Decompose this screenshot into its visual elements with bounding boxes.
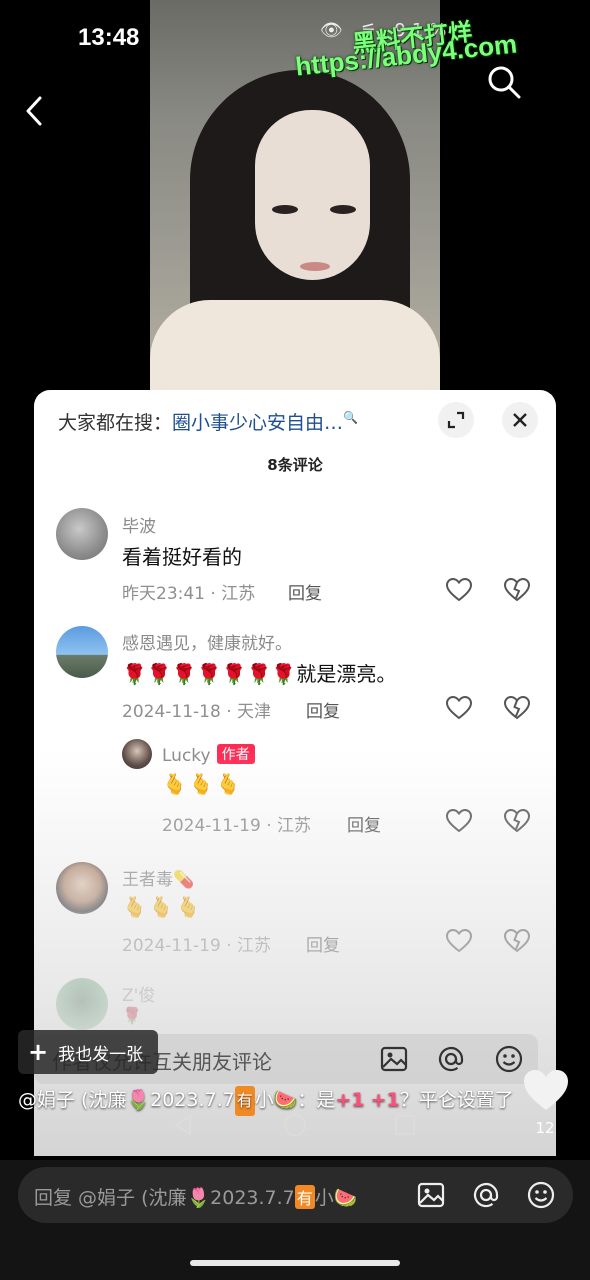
comment-meta: 2024-11-19 · 江苏 <box>122 936 272 956</box>
heart-icon[interactable] <box>446 578 472 602</box>
rose-emoji-row: 🌹🌹🌹🌹🌹🌹🌹 <box>122 662 297 686</box>
avatar[interactable] <box>56 508 108 560</box>
caption-end: ？平仑设置了 <box>399 1089 514 1111</box>
image-icon[interactable] <box>379 1044 409 1074</box>
broken-heart-icon[interactable] <box>504 929 530 953</box>
comment-text: 看着挺好看的 <box>122 545 242 569</box>
mention-icon[interactable] <box>471 1180 501 1210</box>
heart-icon[interactable] <box>446 929 472 953</box>
author-name[interactable]: Lucky <box>162 746 211 766</box>
hot-search-bar[interactable]: 大家都在搜：圈小事少心安自由…🔍 <box>58 408 358 435</box>
comment-author[interactable]: 王者毒💊 <box>122 865 194 890</box>
caption-plus-one: +1 <box>370 1089 400 1111</box>
hot-search-keyword[interactable]: 圈小事少心安自由… <box>172 412 343 434</box>
avatar[interactable] <box>56 978 108 1030</box>
comment-count: 8条评论 <box>267 456 323 474</box>
caption-badge: 有 <box>234 1086 255 1116</box>
comment-text-tail: 就是漂亮。 <box>296 662 397 686</box>
emoji-icon[interactable] <box>494 1044 524 1074</box>
plus-icon: + <box>28 1038 49 1066</box>
comment-meta: 昨天23:41 · 江苏 <box>122 584 256 604</box>
photo-eye-left <box>272 205 298 214</box>
reply-button[interactable]: 回复 <box>288 579 322 604</box>
heart-icon[interactable] <box>446 696 472 720</box>
comment-location: 江苏 <box>237 936 272 956</box>
close-icon[interactable] <box>502 402 538 438</box>
photo-lip <box>300 262 330 271</box>
broken-heart-icon[interactable] <box>504 578 530 602</box>
reply-button[interactable]: 回复 <box>347 811 381 836</box>
reply-badge: 有 <box>294 1185 315 1209</box>
comment-author[interactable]: 感恩遇见，健康就好。 <box>122 629 292 654</box>
comment-location: 天津 <box>237 702 272 722</box>
broken-heart-icon[interactable] <box>504 809 530 833</box>
broken-heart-icon[interactable] <box>504 696 530 720</box>
expand-icon[interactable] <box>438 402 474 438</box>
nav-recent-icon <box>395 1115 415 1135</box>
comment-author[interactable]: Z'俊 <box>122 981 155 1006</box>
heart-icon[interactable] <box>446 809 472 833</box>
back-arrow-icon[interactable] <box>20 94 50 128</box>
reply-suffix: 小🍉 <box>314 1187 358 1209</box>
photo-face <box>255 110 370 280</box>
comment-time: 2024-11-19 <box>122 936 221 956</box>
post-photo-button[interactable]: + 我也发一张 <box>18 1030 158 1074</box>
comment-location: 江苏 <box>221 584 256 604</box>
caption-plus-one: +1 <box>335 1089 365 1111</box>
like-heart-icon[interactable] <box>522 1068 570 1112</box>
search-small-icon: 🔍 <box>343 410 358 425</box>
comment-location: 江苏 <box>277 816 312 836</box>
rose-emoji: 🌹 <box>122 1006 144 1025</box>
comment-author[interactable]: Lucky 作者 <box>162 744 255 766</box>
image-icon[interactable] <box>416 1180 446 1210</box>
status-time: 13:48 <box>78 24 140 51</box>
reply-placeholder: 回复 @娟子 (沈廉🌷2023.7.7 有小🍉 <box>34 1183 357 1210</box>
comment-author[interactable]: 毕波 <box>122 512 156 537</box>
nav-back-icon <box>174 1114 191 1136</box>
hot-search-label: 大家都在搜： <box>58 412 173 434</box>
finger-heart-emoji-row: 🫰🫰🫰 <box>162 772 243 796</box>
photo-sweater <box>150 300 440 400</box>
emoji-icon[interactable] <box>526 1180 556 1210</box>
author-badge: 作者 <box>216 744 255 764</box>
avatar[interactable] <box>56 626 108 678</box>
nav-home-icon <box>284 1114 306 1136</box>
finger-heart-emoji-row: 🫰🫰🫰 <box>122 895 203 919</box>
caption-mid: 小🍉：是 <box>254 1089 336 1111</box>
post-photo-label: 我也发一张 <box>58 1044 144 1065</box>
reply-prefix: 回复 @娟子 (沈廉🌷2023.7.7 <box>34 1187 295 1209</box>
avatar[interactable] <box>56 862 108 914</box>
comment-meta: 2024-11-18 · 天津 <box>122 702 272 722</box>
comment-time: 2024-11-19 <box>162 816 261 836</box>
comment-text: 🌹🌹🌹🌹🌹🌹🌹就是漂亮。 <box>122 658 396 687</box>
avatar[interactable] <box>122 739 152 769</box>
reply-button[interactable]: 回复 <box>306 931 340 956</box>
photo-eye-right <box>330 205 356 214</box>
comment-time: 昨天23:41 <box>122 584 205 604</box>
video-caption[interactable]: @娟子 (沈廉🌷2023.7.7 有小🍉：是+1 +1？平仑设置了 <box>18 1085 518 1116</box>
search-icon[interactable] <box>486 64 522 100</box>
mention-icon[interactable] <box>436 1044 466 1074</box>
comment-time: 2024-11-18 <box>122 702 221 722</box>
caption-start: @娟子 (沈廉🌷2023.7.7 <box>18 1089 235 1111</box>
like-count: 12 <box>535 1119 555 1137</box>
reply-button[interactable]: 回复 <box>306 697 340 722</box>
home-indicator[interactable] <box>190 1260 400 1266</box>
comment-meta: 2024-11-19 · 江苏 <box>162 816 312 836</box>
